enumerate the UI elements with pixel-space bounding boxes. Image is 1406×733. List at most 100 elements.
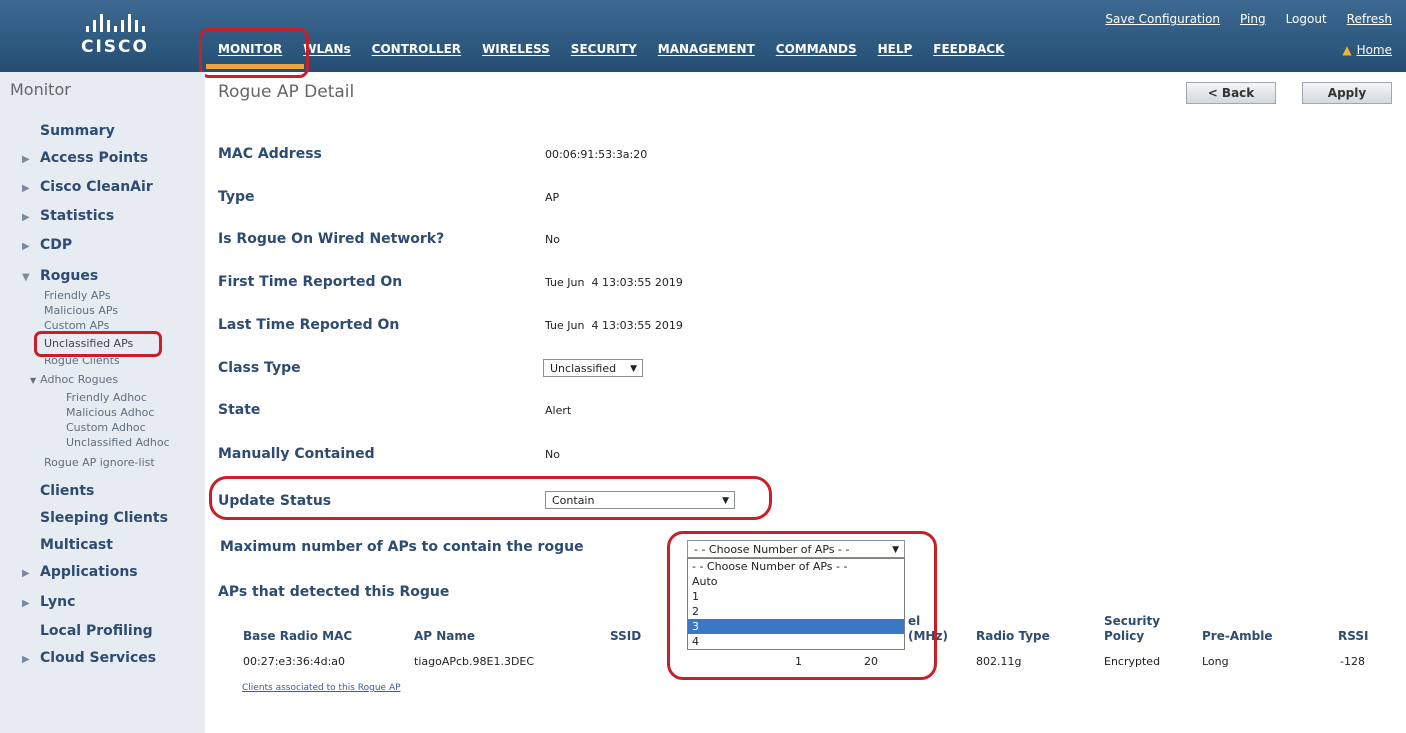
- sidebar-item-friendly-aps[interactable]: Friendly APs: [44, 289, 111, 302]
- chevron-down-icon: ▼: [22, 272, 30, 283]
- sidebar-item-adhoc-rogues[interactable]: ▼ Adhoc Rogues: [30, 373, 118, 386]
- chevron-down-icon: ▼: [630, 364, 637, 374]
- chevron-right-icon: ▶: [22, 212, 30, 223]
- sidebar-item-cdp[interactable]: ▶ CDP: [22, 237, 72, 253]
- max-aps-option[interactable]: - - Choose Number of APs - -: [688, 559, 904, 574]
- sidebar-item-ignore-list[interactable]: Rogue AP ignore-list: [44, 456, 155, 469]
- top-links: Save Configuration Ping Logout Refresh: [1105, 12, 1392, 26]
- cisco-logo: CISCO: [60, 14, 170, 57]
- sidebar-item-label: Cisco CleanAir: [40, 179, 153, 195]
- sidebar-item-unclassified-adhoc[interactable]: Unclassified Adhoc: [66, 436, 170, 449]
- row-radio-type: 802.11g: [976, 655, 1022, 668]
- nav-commands[interactable]: COMMANDS: [776, 42, 857, 56]
- update-status-label: Update Status: [218, 493, 332, 509]
- sidebar-item-custom-aps[interactable]: Custom APs: [44, 319, 109, 329]
- max-aps-label: Maximum number of APs to contain the rog…: [220, 539, 584, 555]
- sidebar-item-friendly-adhoc[interactable]: Friendly Adhoc: [66, 391, 147, 404]
- wired-network-value: No: [545, 233, 560, 246]
- sidebar-item-unclassified-aps[interactable]: Unclassified APs: [44, 337, 133, 350]
- col-rssi: RSSI: [1338, 629, 1369, 643]
- max-aps-selected: - - Choose Number of APs - -: [694, 543, 850, 556]
- state-label: State: [218, 402, 261, 418]
- sidebar-item-label: Rogues: [40, 268, 99, 284]
- state-value: Alert: [545, 404, 572, 417]
- type-value: AP: [545, 191, 560, 204]
- class-type-select[interactable]: Unclassified ▼: [543, 359, 643, 377]
- update-status-selected: Contain: [552, 494, 595, 507]
- logout-link[interactable]: Logout: [1286, 12, 1327, 26]
- nav-feedback[interactable]: FEEDBACK: [933, 42, 1004, 56]
- refresh-link[interactable]: Refresh: [1347, 12, 1392, 26]
- manually-contained-value: No: [545, 448, 560, 461]
- sidebar-item-malicious-adhoc[interactable]: Malicious Adhoc: [66, 406, 154, 419]
- nav-controller[interactable]: CONTROLLER: [372, 42, 461, 56]
- sidebar-item-label: Statistics: [40, 208, 115, 224]
- sidebar-item-malicious-aps[interactable]: Malicious APs: [44, 304, 118, 317]
- col-ssid: SSID: [610, 629, 642, 643]
- save-configuration-link[interactable]: Save Configuration: [1105, 12, 1220, 26]
- first-reported-value: Tue Jun 4 13:03:55 2019: [545, 276, 683, 289]
- max-aps-option[interactable]: 4: [688, 634, 904, 649]
- back-button[interactable]: < Back: [1186, 82, 1276, 104]
- nav-wireless[interactable]: WIRELESS: [482, 42, 550, 56]
- mac-address-value: 00:06:91:53:3a:20: [545, 148, 648, 161]
- logo-bars-icon: [60, 14, 170, 32]
- last-reported-value: Tue Jun 4 13:03:55 2019: [545, 319, 683, 332]
- sidebar-item-custom-adhoc[interactable]: Custom Adhoc: [66, 421, 146, 434]
- nav-management[interactable]: MANAGEMENT: [658, 42, 755, 56]
- nav-wlans[interactable]: WLANs: [303, 42, 350, 56]
- sidebar-item-cleanair[interactable]: ▶ Cisco CleanAir: [22, 179, 153, 195]
- nav-security[interactable]: SECURITY: [571, 42, 637, 56]
- sidebar-item-label: Cloud Services: [40, 650, 157, 666]
- class-type-selected: Unclassified: [550, 362, 617, 375]
- sidebar-item-access-points[interactable]: ▶ Access Points: [22, 150, 148, 166]
- max-aps-option[interactable]: 1: [688, 589, 904, 604]
- col-base-radio-mac: Base Radio MAC: [243, 629, 353, 643]
- row-rssi: -128: [1340, 655, 1365, 668]
- max-aps-options-list: - - Choose Number of APs - - Auto 1 2 3 …: [687, 558, 905, 650]
- main-nav: MONITOR WLANs CONTROLLER WIRELESS SECURI…: [218, 42, 1025, 56]
- sidebar-item-cloud-services[interactable]: ▶ Cloud Services: [22, 650, 156, 666]
- sidebar-item-label: CDP: [40, 237, 73, 253]
- sidebar-item-multicast[interactable]: Multicast: [40, 537, 113, 553]
- chevron-down-icon: ▼: [30, 376, 37, 385]
- sidebar-item-applications[interactable]: ▶ Applications: [22, 564, 138, 580]
- home-link-label: Home: [1356, 43, 1392, 57]
- chevron-right-icon: ▶: [22, 241, 30, 252]
- sidebar-item-lync[interactable]: ▶ Lync: [22, 594, 75, 610]
- row-channel-width: 20: [864, 655, 878, 668]
- nav-help[interactable]: HELP: [878, 42, 913, 56]
- home-icon: ▲: [1342, 43, 1352, 57]
- type-label: Type: [218, 189, 255, 205]
- active-tab-indicator: [206, 64, 304, 69]
- max-aps-option-highlighted[interactable]: 3: [688, 619, 904, 634]
- class-type-label: Class Type: [218, 360, 301, 376]
- max-aps-select[interactable]: - - Choose Number of APs - - ▼: [687, 540, 905, 558]
- home-link[interactable]: ▲ Home: [1342, 43, 1392, 57]
- sidebar-item-clients[interactable]: Clients: [40, 483, 94, 499]
- sidebar-item-statistics[interactable]: ▶ Statistics: [22, 208, 114, 224]
- sidebar-title: Monitor: [10, 80, 71, 99]
- row-ap-name: tiagoAPcb.98E1.3DEC: [414, 655, 535, 668]
- max-aps-option[interactable]: 2: [688, 604, 904, 619]
- ping-link[interactable]: Ping: [1240, 12, 1266, 26]
- sidebar-item-local-profiling[interactable]: Local Profiling: [40, 623, 153, 639]
- detected-heading: APs that detected this Rogue: [218, 584, 450, 600]
- update-status-select[interactable]: Contain ▼: [545, 491, 735, 509]
- sidebar-item-summary[interactable]: Summary: [40, 123, 115, 139]
- col-ap-name: AP Name: [414, 629, 476, 643]
- nav-monitor[interactable]: MONITOR: [218, 42, 282, 56]
- max-aps-option[interactable]: Auto: [688, 574, 904, 589]
- chevron-down-icon: ▼: [892, 545, 899, 555]
- chevron-right-icon: ▶: [22, 568, 30, 579]
- top-header: CISCO MONITOR WLANs CONTROLLER WIRELESS …: [0, 0, 1406, 72]
- sidebar-item-rogue-clients[interactable]: Rogue Clients: [44, 358, 120, 367]
- apply-button[interactable]: Apply: [1302, 82, 1392, 104]
- chevron-right-icon: ▶: [22, 654, 30, 665]
- sidebar-item-sleeping-clients[interactable]: Sleeping Clients: [40, 510, 168, 526]
- row-security-policy: Encrypted: [1104, 655, 1161, 668]
- row-base-radio-mac: 00:27:e3:36:4d:a0: [243, 655, 346, 668]
- sidebar-item-rogues[interactable]: ▼ Rogues: [22, 268, 98, 284]
- clients-associated-link[interactable]: Clients associated to this Rogue AP: [242, 683, 401, 693]
- chevron-right-icon: ▶: [22, 598, 30, 609]
